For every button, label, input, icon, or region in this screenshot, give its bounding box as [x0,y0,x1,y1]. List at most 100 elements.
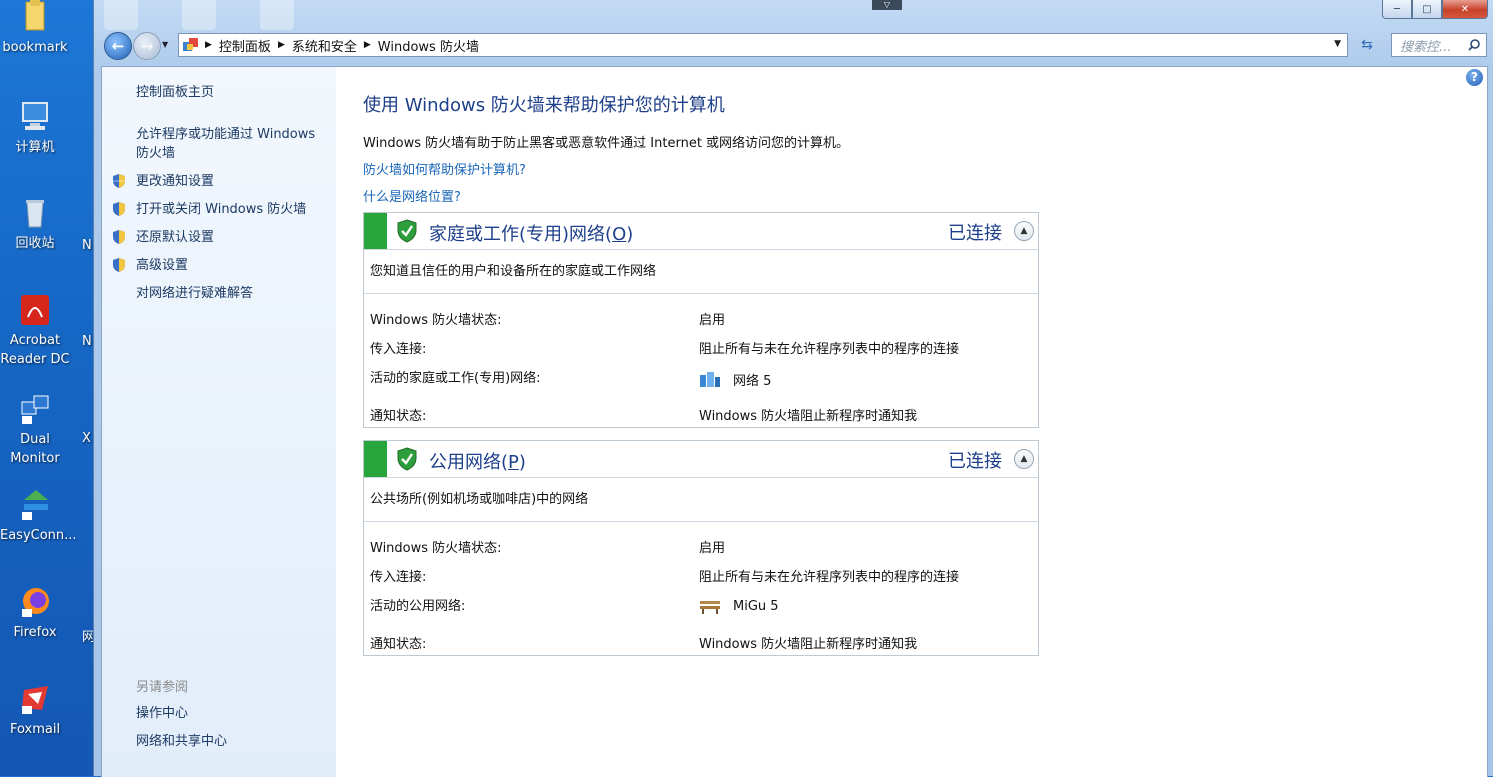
forward-button[interactable]: → [133,32,161,60]
task-pane: 控制面板主页 允许程序或功能通过 Windows 防火墙 更改通知设置 打开或关… [102,67,336,777]
acrobat-icon [18,293,52,327]
park-bench-icon [699,598,721,614]
chevron-right-icon[interactable]: ▶ [364,40,371,50]
chevron-down-icon[interactable]: ▽ [872,0,902,10]
content-area: 控制面板主页 允许程序或功能通过 Windows 防火墙 更改通知设置 打开或关… [101,66,1488,777]
desktop-icon-easyconnect[interactable]: EasyConn... [0,488,77,545]
firewall-state-row: Windows 防火墙状态: 启用 [364,302,1038,331]
work-network-icon [699,371,721,388]
row-label: 活动的家庭或工作(专用)网络: [370,371,541,386]
see-also-heading: 另请参阅 [136,680,189,695]
link-change-notifications[interactable]: 更改通知设置 [136,172,214,191]
notification-state-row: 通知状态: Windows 防火墙阻止新程序时通知我 [364,626,1038,655]
row-label: 活动的公用网络: [370,599,466,614]
recent-pages-dropdown[interactable]: ▼ [162,40,168,49]
desktop: bookmark 计算机 回收站 Acrobat Reader DC Dual … [0,0,96,776]
chevron-up-icon: ▲ [1020,226,1028,236]
link-how-firewall-helps[interactable]: 防火墙如何帮助保护计算机? [363,159,526,178]
foxmail-icon [18,682,52,716]
active-network-row: 活动的公用网络: MiGu 5 [364,588,1038,626]
folder-icon [18,0,52,34]
desktop-icon-label: Firefox [13,625,57,640]
breadcrumb-windows-firewall[interactable]: Windows 防火墙 [378,36,479,55]
green-shield-check-icon [396,219,418,243]
uac-shield-icon [111,229,127,245]
chevron-up-icon: ▲ [1020,454,1028,464]
row-value: MiGu 5 [699,598,779,614]
link-toggle-firewall[interactable]: 打开或关闭 Windows 防火墙 [136,200,306,219]
desktop-icon-label: Dual Monitor [10,432,60,466]
row-value: Windows 防火墙阻止新程序时通知我 [699,409,918,424]
active-network-name: MiGu 5 [733,598,779,614]
desktop-icon-recycle-bin[interactable]: 回收站 [0,196,70,253]
chevron-right-icon[interactable]: ▶ [278,40,285,50]
desktop-icon-label: Foxmail [9,722,61,737]
row-label: 通知状态: [370,409,427,424]
link-advanced-settings[interactable]: 高级设置 [136,256,188,275]
uac-shield-icon [111,173,127,189]
caption-buttons: ─ □ ✕ [1382,0,1488,19]
row-value: 阻止所有与未在允许程序列表中的程序的连接 [699,342,960,357]
link-allow-programs[interactable]: 允许程序或功能通过 Windows 防火墙 [136,125,332,163]
link-network-sharing-center[interactable]: 网络和共享中心 [136,732,227,751]
recycle-bin-icon [18,196,52,230]
desktop-icon-dual-monitor[interactable]: Dual Monitor [0,392,70,468]
desktop-icon-label: Acrobat Reader DC [0,333,70,367]
control-panel-window: ▽ ─ □ ✕ ← → ▼ ▶ 控制面板 ▶ 系统和安全 ▶ Windows 防… [93,0,1493,777]
back-button[interactable]: ← [104,32,132,60]
row-label: 传入连接: [370,342,427,357]
desktop-icon-label: 回收站 [15,236,55,251]
incoming-connections-row: 传入连接: 阻止所有与未在允许程序列表中的程序的连接 [364,559,1038,588]
search-box[interactable]: 搜索控... [1391,33,1487,57]
minimize-button[interactable]: ─ [1382,0,1412,19]
chevron-down-icon[interactable]: ▼ [1334,39,1341,49]
help-icon[interactable]: ? [1466,69,1483,86]
panel-header[interactable]: 公用网络(P) 已连接 ▲ [364,441,1038,478]
breadcrumb-system-security[interactable]: 系统和安全 [292,36,357,55]
chevron-right-icon[interactable]: ▶ [205,40,212,50]
row-value: 启用 [699,541,726,556]
desktop-icon-computer[interactable]: 计算机 [0,100,70,157]
refresh-icon: ⇆ [1361,37,1373,53]
link-network-location[interactable]: 什么是网络位置? [363,186,461,205]
connection-status: 已连接 [948,451,1002,472]
row-label: 通知状态: [370,637,427,652]
uac-shield-icon [111,257,127,273]
desktop-edge-text: N [82,238,92,253]
easyconnect-icon [18,488,52,522]
desktop-icon-label: 计算机 [15,140,55,155]
maximize-button[interactable]: □ [1412,0,1442,19]
refresh-button[interactable]: ⇆ [1356,34,1378,56]
address-bar[interactable]: ▶ 控制面板 ▶ 系统和安全 ▶ Windows 防火墙 ▼ [178,33,1348,57]
computer-icon [18,100,52,134]
page-description: Windows 防火墙有助于防止黑客或恶意软件通过 Internet 或网络访问… [363,136,850,151]
arrow-left-icon: ← [111,37,125,55]
desktop-icon-bookmark[interactable]: bookmark [0,0,70,57]
desktop-icon-label: bookmark [2,40,68,55]
search-input[interactable]: 搜索控... [1400,36,1468,55]
navigation-bar: ← → ▼ ▶ 控制面板 ▶ 系统和安全 ▶ Windows 防火墙 ▼ ⇆ 搜… [102,31,1487,60]
desktop-icon-foxmail[interactable]: Foxmail [0,682,70,739]
close-button[interactable]: ✕ [1442,0,1488,19]
connection-status: 已连接 [948,223,1002,244]
panel-header[interactable]: 家庭或工作(专用)网络(O) 已连接 ▲ [364,213,1038,250]
thumbnail [260,0,294,30]
link-control-panel-home[interactable]: 控制面板主页 [136,83,214,102]
breadcrumb-control-panel[interactable]: 控制面板 [219,36,271,55]
row-value: 阻止所有与未在允许程序列表中的程序的连接 [699,570,960,585]
search-icon[interactable] [1468,39,1480,51]
link-troubleshoot[interactable]: 对网络进行疑难解答 [136,284,253,303]
link-restore-defaults[interactable]: 还原默认设置 [136,228,214,247]
status-bar [364,213,387,249]
row-value: Windows 防火墙阻止新程序时通知我 [699,637,918,652]
link-action-center[interactable]: 操作中心 [136,704,188,723]
desktop-edge-text: N [82,334,92,349]
row-label: Windows 防火墙状态: [370,541,502,556]
collapse-button[interactable]: ▲ [1014,221,1034,241]
desktop-icon-firefox[interactable]: Firefox [0,585,70,642]
desktop-icon-acrobat[interactable]: Acrobat Reader DC [0,293,70,369]
network-title: 家庭或工作(专用)网络(O) [429,224,634,245]
collapse-button[interactable]: ▲ [1014,449,1034,469]
status-bar [364,441,387,477]
control-panel-icon [183,38,199,52]
